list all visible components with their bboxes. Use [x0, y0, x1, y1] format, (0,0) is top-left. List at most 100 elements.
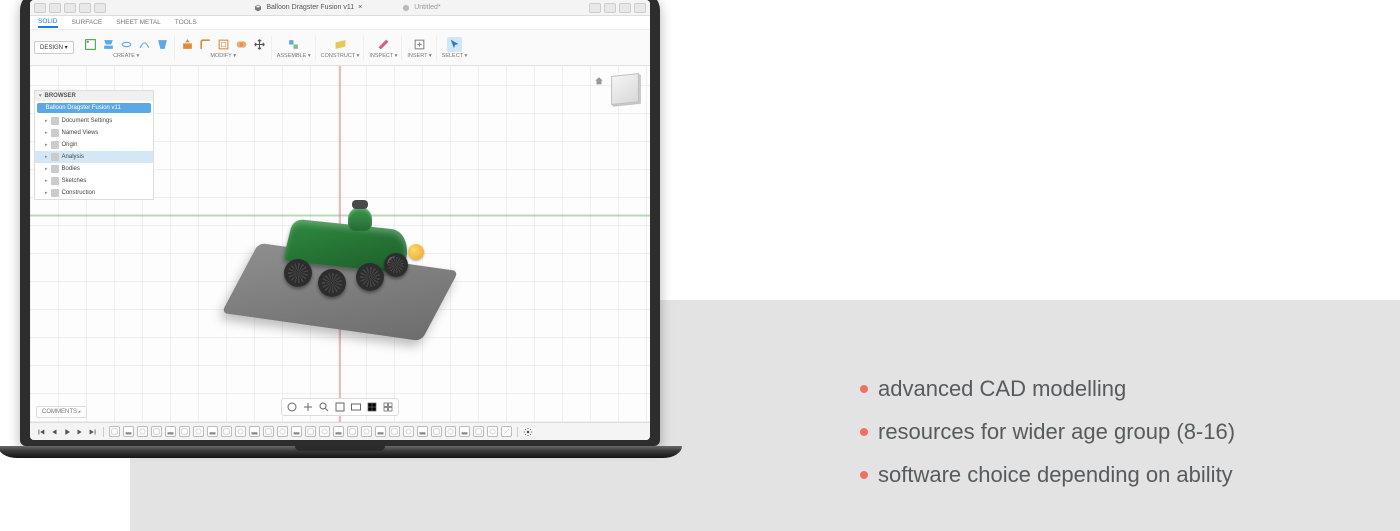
- timeline-feature[interactable]: [431, 426, 442, 437]
- browser-item-named-views[interactable]: ▸Named Views: [35, 127, 153, 139]
- timeline-feature[interactable]: [221, 426, 232, 437]
- measure-icon[interactable]: [376, 37, 391, 52]
- timeline-feature[interactable]: [305, 426, 316, 437]
- timeline-feature[interactable]: [375, 426, 386, 437]
- browser-item-origin[interactable]: ▸Origin: [35, 139, 153, 151]
- ribbon-group-inspect-label[interactable]: INSPECT ▾: [369, 53, 397, 59]
- bullet-item: resources for wider age group (8-16): [860, 411, 1235, 454]
- revolve-icon[interactable]: [119, 37, 134, 52]
- timeline-feature[interactable]: [109, 426, 120, 437]
- undo-button[interactable]: [79, 3, 91, 13]
- viewports-icon[interactable]: [382, 401, 394, 413]
- ribbon-group-select: SELECT ▾: [438, 36, 472, 60]
- move-icon[interactable]: [252, 37, 267, 52]
- timeline-feature[interactable]: [487, 426, 498, 437]
- timeline-feature[interactable]: [347, 426, 358, 437]
- ribbon-group-assemble-label[interactable]: ASSEMBLE ▾: [277, 53, 311, 59]
- account-button[interactable]: [634, 3, 646, 13]
- home-view-icon[interactable]: [594, 76, 604, 86]
- timeline-feature[interactable]: [333, 426, 344, 437]
- timeline-feature[interactable]: [459, 426, 470, 437]
- file-menu-button[interactable]: [49, 3, 61, 13]
- workspace-selector[interactable]: DESIGN ▾: [34, 41, 74, 54]
- ribbon-group-create-label[interactable]: CREATE ▾: [113, 53, 139, 59]
- timeline-feature[interactable]: [389, 426, 400, 437]
- timeline-feature[interactable]: [291, 426, 302, 437]
- timeline-feature[interactable]: [123, 426, 134, 437]
- extrude-icon[interactable]: [101, 37, 116, 52]
- timeline-start-icon[interactable]: [36, 427, 46, 437]
- tab-solid[interactable]: SOLID: [38, 18, 58, 28]
- select-icon[interactable]: [447, 37, 462, 52]
- ribbon-group-insert-label[interactable]: INSERT ▾: [407, 53, 431, 59]
- browser-root-node[interactable]: ▿ Balloon Dragster Fusion v11: [37, 103, 151, 113]
- ribbon-group-modify-label[interactable]: MODIFY ▾: [210, 53, 236, 59]
- fillet-icon[interactable]: [198, 37, 213, 52]
- view-cube[interactable]: [611, 73, 639, 105]
- comments-panel-toggle[interactable]: COMMENTS ▸: [36, 406, 87, 418]
- browser-item-bodies[interactable]: ▸Bodies: [35, 163, 153, 175]
- timeline-play-icon[interactable]: [62, 427, 72, 437]
- timeline-feature[interactable]: [249, 426, 260, 437]
- tab-sheetmetal[interactable]: SHEET METAL: [116, 19, 161, 26]
- app-menu-button[interactable]: [34, 3, 46, 13]
- presspull-icon[interactable]: [180, 37, 195, 52]
- timeline-feature[interactable]: [445, 426, 456, 437]
- combine-icon[interactable]: [234, 37, 249, 52]
- timeline-feature[interactable]: [417, 426, 428, 437]
- timeline-feature[interactable]: [151, 426, 162, 437]
- loft-icon[interactable]: [155, 37, 170, 52]
- sweep-icon[interactable]: [137, 37, 152, 52]
- tab-tools[interactable]: TOOLS: [175, 19, 197, 26]
- orbit-icon[interactable]: [286, 401, 298, 413]
- timeline-feature[interactable]: [319, 426, 330, 437]
- timeline-feature[interactable]: [501, 426, 512, 437]
- browser-item-analysis[interactable]: ▸Analysis: [35, 151, 153, 163]
- browser-item-sketches[interactable]: ▸Sketches: [35, 175, 153, 187]
- plane-icon[interactable]: [333, 37, 348, 52]
- construction-icon: [51, 189, 59, 197]
- timeline-feature[interactable]: [193, 426, 204, 437]
- chevron-right-icon: ▸: [79, 409, 82, 415]
- document-tab-inactive[interactable]: Untitled*: [402, 4, 440, 12]
- timeline-feature[interactable]: [263, 426, 274, 437]
- timeline-feature[interactable]: [277, 426, 288, 437]
- timeline-end-icon[interactable]: [88, 427, 98, 437]
- zoom-icon[interactable]: [318, 401, 330, 413]
- timeline-feature[interactable]: [473, 426, 484, 437]
- timeline-feature[interactable]: [207, 426, 218, 437]
- timeline-feature[interactable]: [165, 426, 176, 437]
- tab-surface[interactable]: SURFACE: [72, 19, 103, 26]
- pan-icon[interactable]: [302, 401, 314, 413]
- ribbon-group-construct-label[interactable]: CONSTRUCT ▾: [321, 53, 360, 59]
- sketch-icon[interactable]: [83, 37, 98, 52]
- browser-item-document-settings[interactable]: ▸Document Settings: [35, 115, 153, 127]
- save-button[interactable]: [64, 3, 76, 13]
- grid-icon[interactable]: [366, 401, 378, 413]
- document-tab-active-label: Balloon Dragster Fusion v11: [266, 4, 354, 11]
- notifications-button[interactable]: [604, 3, 616, 13]
- timeline-feature[interactable]: [361, 426, 372, 437]
- display-icon[interactable]: [350, 401, 362, 413]
- timeline-feature[interactable]: [179, 426, 190, 437]
- insert-icon[interactable]: [412, 37, 427, 52]
- browser-header[interactable]: ▾ BROWSER: [35, 91, 153, 101]
- timeline-next-icon[interactable]: [75, 427, 85, 437]
- shell-icon[interactable]: [216, 37, 231, 52]
- timeline-prev-icon[interactable]: [49, 427, 59, 437]
- document-tab-active[interactable]: Balloon Dragster Fusion v11 ×: [254, 4, 362, 12]
- ribbon-group-select-label[interactable]: SELECT ▾: [442, 53, 468, 59]
- browser-item-construction[interactable]: ▸Construction: [35, 187, 153, 199]
- help-button[interactable]: [619, 3, 631, 13]
- document-tab-inactive-label: Untitled*: [414, 4, 440, 11]
- extensions-button[interactable]: [589, 3, 601, 13]
- timeline-feature[interactable]: [403, 426, 414, 437]
- joint-icon[interactable]: [286, 37, 301, 52]
- bullet-item: advanced CAD modelling: [860, 368, 1235, 411]
- timeline-feature[interactable]: [137, 426, 148, 437]
- fit-icon[interactable]: [334, 401, 346, 413]
- redo-button[interactable]: [94, 3, 106, 13]
- close-tab-icon[interactable]: ×: [358, 4, 362, 11]
- timeline-settings-icon[interactable]: [523, 427, 533, 437]
- timeline-feature[interactable]: [235, 426, 246, 437]
